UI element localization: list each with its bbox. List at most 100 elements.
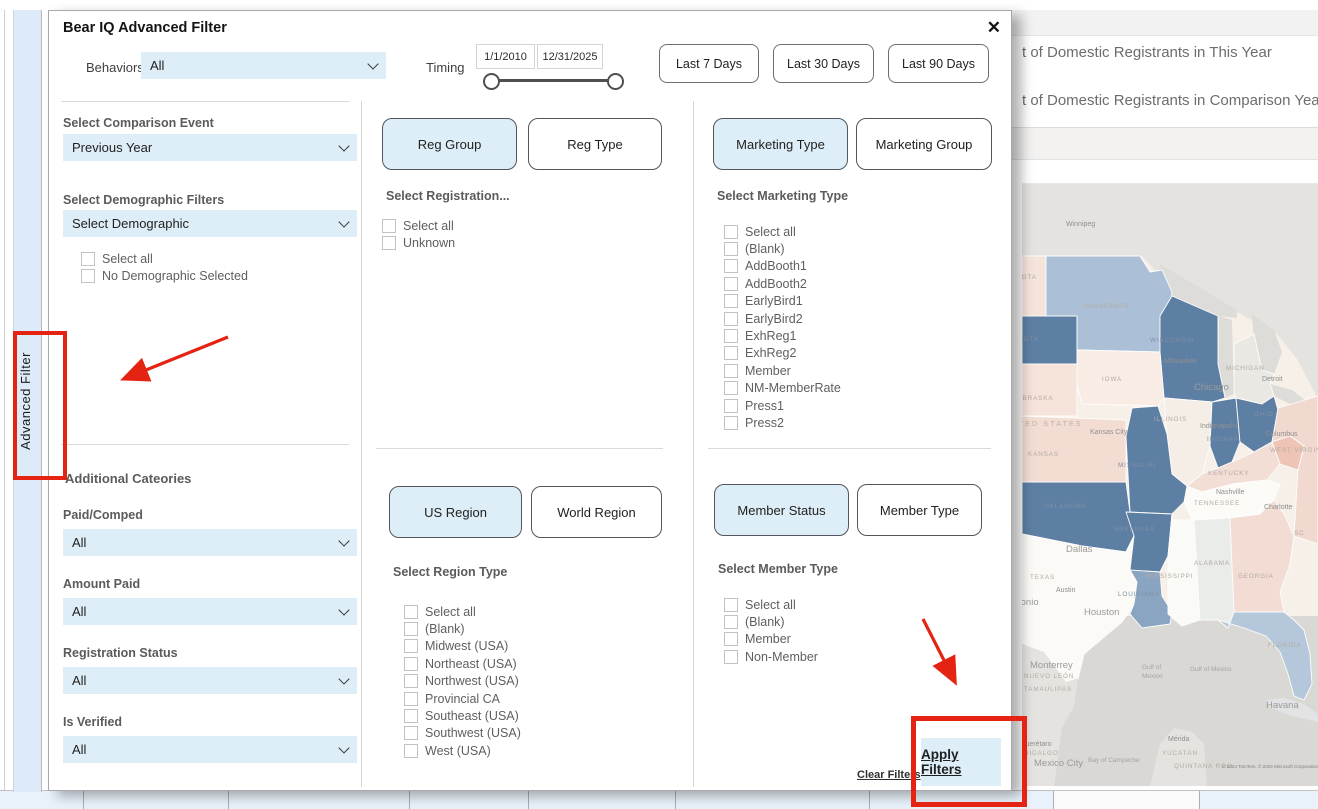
checkbox[interactable] <box>724 416 738 430</box>
us-region-toggle[interactable]: US Region <box>389 486 522 538</box>
checkbox[interactable] <box>404 639 418 653</box>
checkbox[interactable] <box>404 726 418 740</box>
checkbox-option[interactable]: AddBooth1 <box>724 258 841 275</box>
checkbox-option[interactable]: Member <box>724 362 841 379</box>
chevron-down-icon <box>367 58 378 69</box>
behaviors-dropdown[interactable]: All <box>141 52 386 79</box>
map-label: Austin <box>1056 587 1076 594</box>
comparison-event-dropdown[interactable]: Previous Year <box>63 134 357 161</box>
checkbox-option[interactable]: Non-Member <box>724 648 818 665</box>
checkbox-option[interactable]: (Blank) <box>724 613 818 630</box>
checkbox-option[interactable]: Southeast (USA) <box>404 707 521 724</box>
checkbox[interactable] <box>404 657 418 671</box>
advanced-filter-tab[interactable]: Advanced Filter <box>13 10 42 792</box>
checkbox-option[interactable]: Select all <box>404 603 521 620</box>
timing-end-date[interactable]: 12/31/2025 <box>537 44 603 69</box>
checkbox-option[interactable]: Select all <box>724 596 818 613</box>
checkbox[interactable] <box>404 622 418 636</box>
checkbox-option[interactable]: Southwest (USA) <box>404 725 521 742</box>
checkbox[interactable] <box>724 632 738 646</box>
checkbox[interactable] <box>724 312 738 326</box>
timing-slider-handle-left[interactable] <box>483 73 500 90</box>
checkbox[interactable] <box>382 236 396 250</box>
timing-start-date[interactable]: 1/1/2010 <box>476 44 535 69</box>
checkbox[interactable] <box>404 709 418 723</box>
checkbox-option[interactable]: Select all <box>724 223 841 240</box>
map-label: Gulf of Mexico <box>1190 666 1232 673</box>
checkbox[interactable] <box>404 744 418 758</box>
checkbox-option[interactable]: Midwest (USA) <box>404 638 521 655</box>
close-icon[interactable]: ✕ <box>987 18 1001 38</box>
checkbox[interactable] <box>724 277 738 291</box>
checkbox-option[interactable]: (Blank) <box>724 240 841 257</box>
checkbox[interactable] <box>81 269 95 283</box>
checkbox[interactable] <box>724 242 738 256</box>
checkbox-option[interactable]: NM-MemberRate <box>724 380 841 397</box>
checkbox[interactable] <box>724 650 738 664</box>
last-7-days-button[interactable]: Last 7 Days <box>659 44 759 83</box>
marketing-group-toggle[interactable]: Marketing Group <box>856 118 992 170</box>
field-dropdown[interactable]: All <box>63 598 357 625</box>
checkbox[interactable] <box>404 692 418 706</box>
clear-filters-link[interactable]: Clear Filters <box>857 769 921 781</box>
checkbox-label: Select all <box>102 252 153 266</box>
header-divider <box>61 101 349 102</box>
checkbox-option[interactable]: Northeast (USA) <box>404 655 521 672</box>
checkbox-option[interactable]: Northwest (USA) <box>404 673 521 690</box>
checkbox[interactable] <box>724 381 738 395</box>
timing-slider-track[interactable] <box>493 79 611 82</box>
checkbox[interactable] <box>724 329 738 343</box>
map-label: © 2024 TomTom, © 2024 Microsoft Corporat… <box>1222 763 1318 769</box>
reg-type-toggle[interactable]: Reg Type <box>528 118 662 170</box>
checkbox[interactable] <box>404 674 418 688</box>
timing-slider-handle-right[interactable] <box>607 73 624 90</box>
last-90-days-button[interactable]: Last 90 Days <box>888 44 989 83</box>
last-30-days-button[interactable]: Last 30 Days <box>773 44 874 83</box>
checkbox-option[interactable]: ExhReg2 <box>724 345 841 362</box>
checkbox[interactable] <box>724 346 738 360</box>
additional-field: Paid/Comped All <box>63 508 357 556</box>
choropleth-map[interactable]: WinnipegDAKOTAMINNESOTADAKOTAWISCONSINMi… <box>1022 183 1318 786</box>
checkbox[interactable] <box>724 364 738 378</box>
field-dropdown[interactable]: All <box>63 736 357 763</box>
checkbox[interactable] <box>724 294 738 308</box>
checkbox-option[interactable]: EarlyBird2 <box>724 310 841 327</box>
chevron-down-icon <box>338 535 349 546</box>
checkbox-option[interactable]: West (USA) <box>404 742 521 759</box>
checkbox[interactable] <box>724 225 738 239</box>
checkbox-option[interactable]: Provincial CA <box>404 690 521 707</box>
checkbox-option[interactable]: EarlyBird1 <box>724 293 841 310</box>
checkbox[interactable] <box>724 615 738 629</box>
checkbox[interactable] <box>404 605 418 619</box>
checkbox-option[interactable]: Select all <box>382 217 455 234</box>
checkbox[interactable] <box>724 259 738 273</box>
registration-list-label: Select Registration... <box>386 189 510 203</box>
checkbox[interactable] <box>724 598 738 612</box>
checkbox[interactable] <box>382 219 396 233</box>
checkbox[interactable] <box>81 252 95 266</box>
apply-filters-button[interactable]: Apply Filters <box>921 738 1001 786</box>
map-label: FLORIDA <box>1268 642 1302 649</box>
checkbox-option[interactable]: Unknown <box>382 234 455 251</box>
checkbox-option[interactable]: Select all <box>81 250 248 267</box>
world-region-toggle[interactable]: World Region <box>531 486 662 538</box>
field-dropdown[interactable]: All <box>63 667 357 694</box>
checkbox-option[interactable]: Press2 <box>724 414 841 431</box>
field-dropdown[interactable]: All <box>63 529 357 556</box>
marketing-type-toggle[interactable]: Marketing Type <box>713 118 848 170</box>
checkbox-option[interactable]: (Blank) <box>404 620 521 637</box>
reg-group-toggle[interactable]: Reg Group <box>382 118 517 170</box>
demographic-dropdown[interactable]: Select Demographic <box>63 210 357 237</box>
checkbox-label: Southwest (USA) <box>425 726 521 740</box>
checkbox[interactable] <box>724 399 738 413</box>
checkbox-option[interactable]: ExhReg1 <box>724 327 841 344</box>
member-type-toggle[interactable]: Member Type <box>857 484 982 536</box>
checkbox-option[interactable]: Member <box>724 631 818 648</box>
bottom-table-header-band <box>0 790 1318 809</box>
member-status-toggle[interactable]: Member Status <box>714 484 849 536</box>
checkbox-option[interactable]: AddBooth2 <box>724 275 841 292</box>
map-label: WEST VIRGINIA <box>1270 447 1318 454</box>
checkbox-option[interactable]: No Demographic Selected <box>81 267 248 284</box>
checkbox-option[interactable]: Press1 <box>724 397 841 414</box>
field-value: All <box>72 742 340 757</box>
